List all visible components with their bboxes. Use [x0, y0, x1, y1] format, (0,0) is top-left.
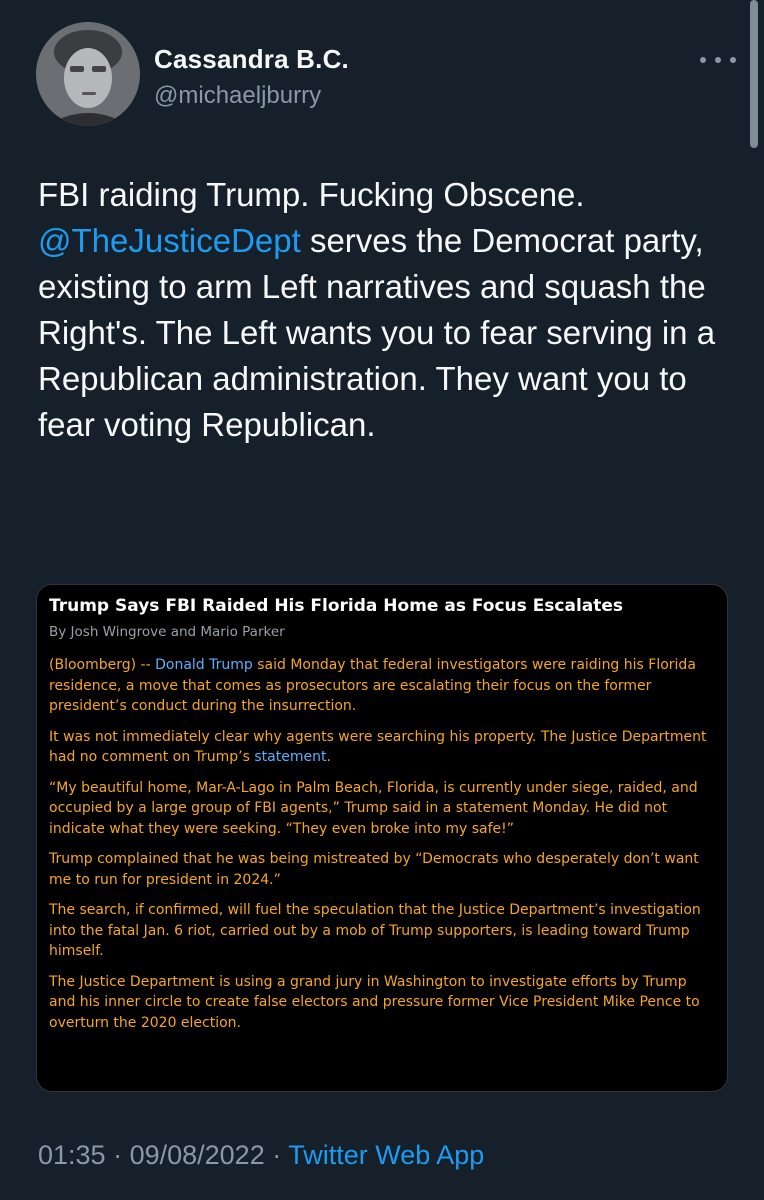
- more-dots-icon[interactable]: [700, 52, 736, 68]
- article-link-trump: Donald Trump: [155, 657, 253, 673]
- separator: ·: [105, 1140, 130, 1170]
- tweet-text-start: FBI raiding Trump. Fucking Obscene.: [38, 176, 585, 213]
- article-paragraph: The search, if confirmed, will fuel the …: [49, 902, 701, 959]
- article-paragraph: Trump complained that he was being mistr…: [49, 851, 699, 888]
- avatar-image: [36, 22, 140, 126]
- article-source: (Bloomberg) --: [49, 657, 156, 673]
- article-byline: By Josh Wingrove and Mario Parker: [49, 624, 285, 640]
- display-name[interactable]: Cassandra B.C.: [154, 44, 349, 75]
- article-image[interactable]: Trump Says FBI Raided His Florida Home a…: [36, 584, 728, 1092]
- dot: [700, 57, 706, 63]
- article-text: It was not immediately clear why agents …: [49, 728, 707, 766]
- tweet-time[interactable]: 01:35: [38, 1140, 106, 1170]
- article-paragraph: It was not immediately clear why agents …: [49, 727, 715, 768]
- scrollbar[interactable]: [750, 0, 758, 148]
- dot: [715, 57, 721, 63]
- tweet-header: Cassandra B.C. @michaeljburry: [36, 22, 736, 126]
- article-title: Trump Says FBI Raided His Florida Home a…: [49, 596, 624, 616]
- user-handle[interactable]: @michaeljburry: [154, 82, 321, 110]
- source-app-link[interactable]: Twitter Web App: [288, 1140, 484, 1170]
- article-link-statement: statement: [254, 749, 327, 765]
- article-paragraph: “My beautiful home, Mar-A-Lago in Palm B…: [49, 779, 698, 837]
- article-paragraph: The Justice Department is using a grand …: [49, 973, 700, 1031]
- avatar[interactable]: [36, 22, 140, 126]
- mention-link[interactable]: @TheJusticeDept: [38, 222, 301, 259]
- tweet-date[interactable]: 09/08/2022: [130, 1140, 265, 1170]
- separator: ·: [264, 1140, 289, 1170]
- dot: [730, 57, 736, 63]
- article-paragraph: (Bloomberg) -- Donald Trump said Monday …: [49, 655, 715, 717]
- tweet-metadata: 01:35 · 09/08/2022 · Twitter Web App: [38, 1140, 484, 1171]
- article-text: .: [326, 749, 331, 765]
- tweet-text: FBI raiding Trump. Fucking Obscene. @TheJ…: [38, 172, 738, 448]
